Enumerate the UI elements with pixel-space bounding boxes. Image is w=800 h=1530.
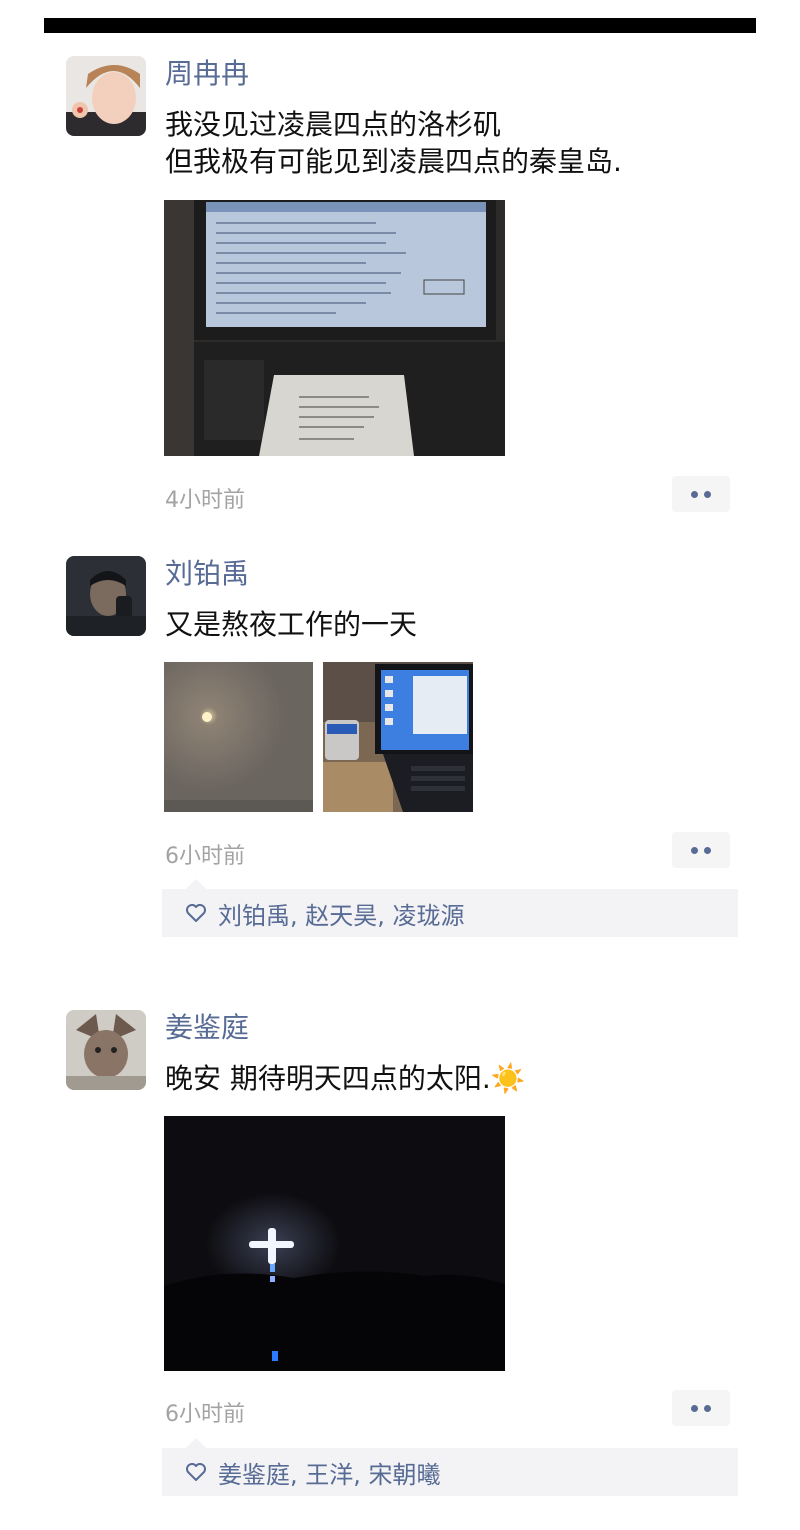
heart-outline-icon [186, 904, 206, 922]
likes-names[interactable]: 姜鉴庭, 王洋, 宋朝曦 [218, 1455, 441, 1490]
avatar[interactable] [66, 56, 146, 136]
post-photo-night[interactable] [164, 1116, 505, 1371]
likes-names[interactable]: 刘铂禹, 赵天昊, 凌珑源 [218, 896, 465, 931]
likes-bar: 姜鉴庭, 王洋, 宋朝曦 [162, 1438, 738, 1496]
post-time: 4小时前 [165, 488, 245, 513]
post-text-line-1: 晚安 期待明天四点的太阳.☀️ [165, 1062, 526, 1095]
more-dots-icon[interactable] [672, 832, 730, 868]
post-text-line-1: 我没见过凌晨四点的洛杉矶 [165, 108, 502, 141]
post-photo-laptop[interactable] [164, 200, 505, 456]
more-dots-icon[interactable] [672, 1390, 730, 1426]
sun-emoji-icon: ☀️ [490, 1062, 526, 1095]
avatar[interactable] [66, 556, 146, 636]
likes-bar: 刘铂禹, 赵天昊, 凌珑源 [162, 879, 738, 937]
post-author[interactable]: 周冉冉 [165, 57, 249, 91]
post-photo-desk[interactable] [323, 662, 473, 812]
heart-outline-icon [186, 1463, 206, 1481]
post-text-line-2: 但我极有可能见到凌晨四点的秦皇岛. [165, 145, 622, 178]
post-time: 6小时前 [165, 844, 245, 869]
post-text-line-1: 又是熬夜工作的一天 [165, 608, 418, 641]
avatar[interactable] [66, 1010, 146, 1090]
post-photo-moon[interactable] [164, 662, 313, 812]
more-dots-icon[interactable] [672, 476, 730, 512]
top-bar [44, 18, 756, 33]
post-author[interactable]: 姜鉴庭 [165, 1011, 249, 1045]
post-time: 6小时前 [165, 1402, 245, 1427]
post-author[interactable]: 刘铂禹 [165, 557, 249, 591]
